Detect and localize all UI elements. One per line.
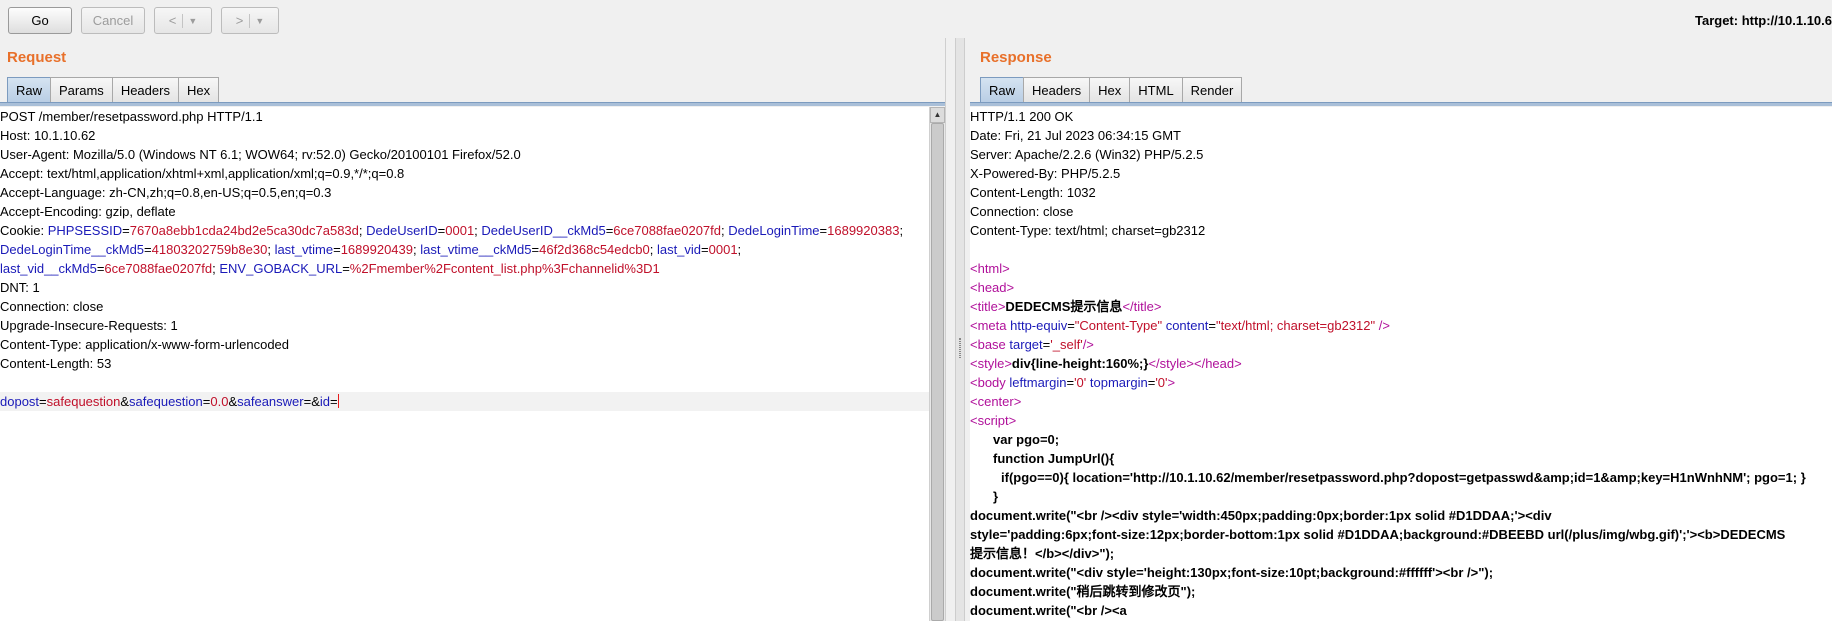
response-line: var pgo=0;: [993, 432, 1060, 447]
response-line: document.write("稍后跳转到修改页");: [970, 584, 1196, 599]
response-line: <style>div{line-height:160%;}</style></h…: [970, 356, 1242, 371]
forward-button[interactable]: > ▼: [221, 7, 279, 34]
request-tab-raw[interactable]: Raw: [7, 77, 52, 103]
request-scrollbar[interactable]: ▲: [929, 107, 945, 621]
forward-arrow-icon: >: [235, 13, 244, 28]
response-viewer[interactable]: HTTP/1.1 200 OK Date: Fri, 21 Jul 2023 0…: [970, 107, 1832, 621]
response-line: <title>DEDECMS提示信息</title>: [970, 299, 1162, 314]
response-line: <script>: [970, 413, 1017, 428]
panel-splitter[interactable]: [955, 38, 965, 621]
request-tabs: Raw Params Headers Hex: [7, 77, 220, 103]
request-body-line[interactable]: dopost=safequestion&safequestion=0.0&saf…: [0, 392, 929, 411]
request-blank-line: [0, 373, 929, 392]
response-line: Connection: close: [970, 204, 1074, 219]
request-scroll-thumb[interactable]: [931, 123, 944, 621]
request-tab-params[interactable]: Params: [50, 77, 113, 103]
request-tab-headers[interactable]: Headers: [111, 77, 179, 103]
response-line: 提示信息！</b></div>");: [970, 546, 1115, 561]
go-button[interactable]: Go: [8, 7, 72, 34]
request-line: Content-Type: application/x-www-form-url…: [0, 337, 290, 352]
response-line: Content-Length: 1032: [970, 185, 1096, 200]
request-line: Accept: text/html,application/xhtml+xml,…: [0, 166, 405, 181]
back-dropdown-icon[interactable]: ▼: [182, 13, 197, 28]
response-line: <head>: [970, 280, 1015, 295]
response-line: <body leftmargin='0' topmargin='0'>: [970, 375, 1176, 390]
target-label[interactable]: Target: http://10.1.10.6: [1695, 13, 1832, 28]
request-line: DNT: 1: [0, 280, 40, 295]
response-line: function JumpUrl(){: [993, 451, 1115, 466]
response-line: <meta http-equiv="Content-Type" content=…: [970, 318, 1390, 333]
response-tab-underline: [970, 102, 1832, 106]
request-line: POST /member/resetpassword.php HTTP/1.1: [0, 109, 263, 124]
cookie-line: Cookie: PHPSESSID=7670a8ebb1cda24bd2e5ca…: [0, 223, 904, 238]
cookie-line: last_vid__ckMd5=6ce7088fae0207fd; ENV_GO…: [0, 261, 660, 276]
splitter-grip-icon[interactable]: [959, 338, 961, 358]
response-title: Response: [980, 49, 1052, 66]
request-line: Host: 10.1.10.62: [0, 128, 96, 143]
response-line: style='padding:6px;font-size:12px;border…: [970, 527, 1786, 542]
request-line: Accept-Encoding: gzip, deflate: [0, 204, 176, 219]
response-line: Server: Apache/2.2.6 (Win32) PHP/5.2.5: [970, 147, 1204, 162]
text-caret: [337, 394, 339, 408]
request-panel-edge: [945, 38, 946, 621]
response-tab-raw[interactable]: Raw: [980, 77, 1025, 103]
back-button[interactable]: < ▼: [154, 7, 212, 34]
request-line: User-Agent: Mozilla/5.0 (Windows NT 6.1;…: [0, 147, 521, 162]
cancel-button[interactable]: Cancel: [81, 7, 145, 34]
request-line: Connection: close: [0, 299, 104, 314]
response-tab-hex[interactable]: Hex: [1089, 77, 1131, 103]
response-line: Date: Fri, 21 Jul 2023 06:34:15 GMT: [970, 128, 1181, 143]
response-line: X-Powered-By: PHP/5.2.5: [970, 166, 1121, 181]
toolbar: Go Cancel < ▼ > ▼ Target: http://10.1.10…: [0, 0, 1832, 38]
forward-dropdown-icon[interactable]: ▼: [249, 13, 264, 28]
cookie-line: DedeLoginTime__ckMd5=41803202759b8e30; l…: [0, 242, 742, 257]
response-line: document.write("<br /><a: [970, 603, 1127, 618]
response-blank-line: [970, 240, 1832, 259]
response-tab-html[interactable]: HTML: [1129, 77, 1183, 103]
response-tab-headers[interactable]: Headers: [1023, 77, 1091, 103]
response-line: document.write("<br /><div style='width:…: [970, 508, 1552, 523]
response-line: HTTP/1.1 200 OK: [970, 109, 1074, 124]
response-line: <center>: [970, 394, 1022, 409]
request-line: Upgrade-Insecure-Requests: 1: [0, 318, 178, 333]
response-tab-render[interactable]: Render: [1181, 77, 1243, 103]
request-title: Request: [7, 49, 67, 66]
response-line: document.write("<div style='height:130px…: [970, 565, 1494, 580]
request-line: Accept-Language: zh-CN,zh;q=0.8,en-US;q=…: [0, 185, 332, 200]
request-line: Content-Length: 53: [0, 356, 112, 371]
back-arrow-icon: <: [168, 13, 177, 28]
request-editor[interactable]: POST /member/resetpassword.php HTTP/1.1 …: [0, 107, 929, 621]
response-line: Content-Type: text/html; charset=gb2312: [970, 223, 1206, 238]
response-line: <html>: [970, 261, 1010, 276]
response-line: <base target='_self'/>: [970, 337, 1094, 352]
request-tab-underline: [0, 102, 945, 106]
response-tabs: Raw Headers Hex HTML Render: [980, 77, 1243, 103]
response-line: if(pgo==0){ location='http://10.1.10.62/…: [1001, 470, 1806, 485]
request-tab-hex[interactable]: Hex: [177, 77, 220, 103]
scroll-up-arrow-icon[interactable]: ▲: [930, 107, 945, 123]
response-line: }: [993, 489, 999, 504]
